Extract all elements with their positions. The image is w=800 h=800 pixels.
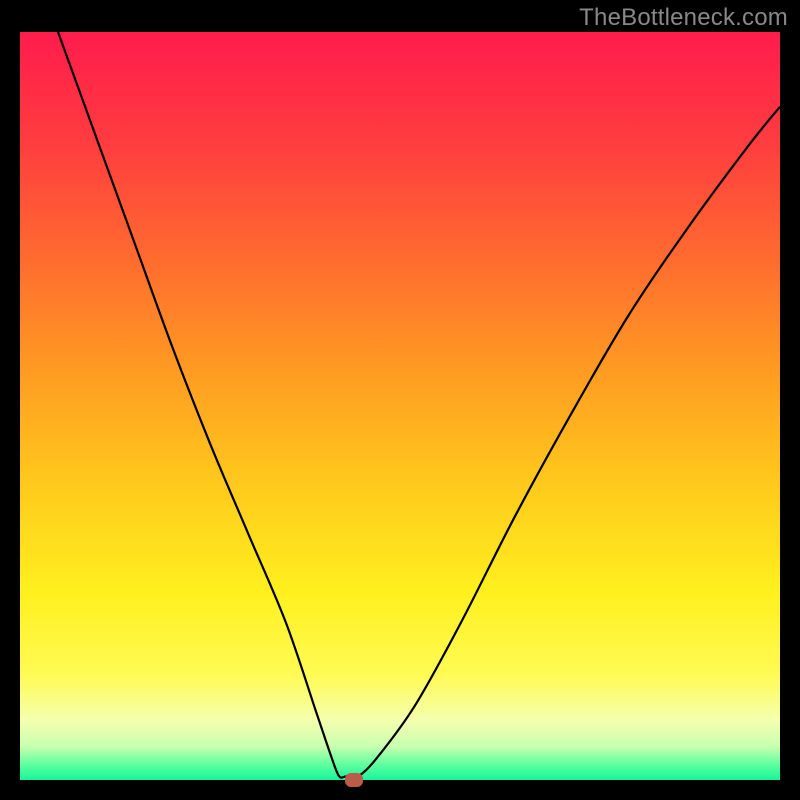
plot-area [20, 32, 780, 780]
bottleneck-curve [20, 32, 780, 780]
optimum-marker [345, 773, 363, 787]
chart-frame: TheBottleneck.com [0, 0, 800, 800]
curve-path [58, 32, 780, 778]
watermark-text: TheBottleneck.com [579, 4, 788, 32]
